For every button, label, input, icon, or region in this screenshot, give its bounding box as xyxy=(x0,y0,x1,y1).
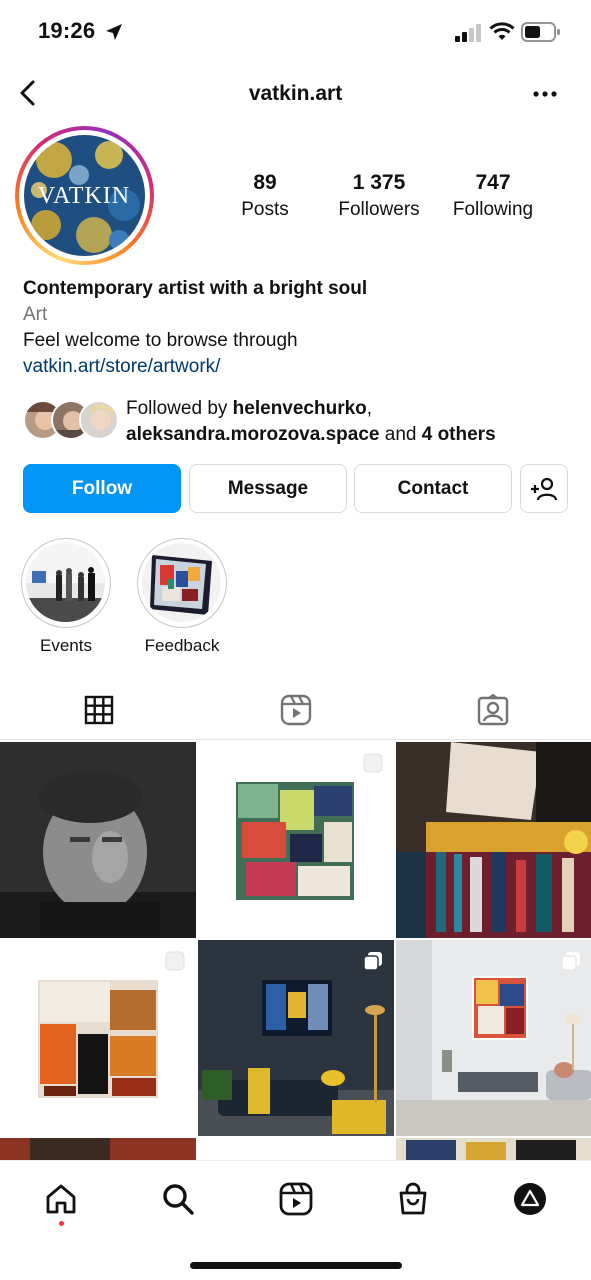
followed-by-text: Followed by helenvechurko, aleksandra.mo… xyxy=(126,398,496,445)
nav-reels[interactable] xyxy=(276,1179,316,1219)
profile-avatar[interactable]: VATKIN xyxy=(15,126,154,265)
carousel-icon xyxy=(165,951,185,971)
stat-following-label: Following xyxy=(452,199,534,220)
tab-reels[interactable] xyxy=(197,680,394,740)
home-notification-dot xyxy=(59,1221,64,1226)
posts-grid xyxy=(0,742,591,1162)
nav-search[interactable] xyxy=(158,1179,198,1219)
post-thumbnail[interactable] xyxy=(198,1138,394,1162)
profile-header: vatkin.art xyxy=(0,64,591,124)
bio-link[interactable]: vatkin.art/store/artwork/ xyxy=(23,354,573,380)
highlight-feedback-cover xyxy=(142,543,221,622)
message-button[interactable]: Message xyxy=(189,464,347,513)
stat-following-value: 747 xyxy=(475,171,511,194)
post-thumbnail[interactable] xyxy=(198,940,394,1136)
grid-icon xyxy=(84,695,113,725)
nav-shop[interactable] xyxy=(393,1179,433,1219)
profile-username: vatkin.art xyxy=(248,82,343,105)
story-highlights: Events Feedback xyxy=(20,538,280,658)
wifi-icon xyxy=(489,22,515,40)
stat-followers-value: 1 375 xyxy=(352,171,406,194)
carousel-icon xyxy=(363,753,383,773)
post-thumbnail[interactable] xyxy=(396,940,591,1136)
follower-avatars xyxy=(23,400,119,442)
location-arrow-icon xyxy=(106,24,122,40)
stat-posts-label: Posts xyxy=(241,199,289,220)
post-thumbnail[interactable] xyxy=(396,742,591,938)
tagged-icon xyxy=(477,694,508,726)
add-user-button[interactable] xyxy=(520,464,568,513)
home-indicator xyxy=(190,1262,402,1269)
tab-posts-grid[interactable] xyxy=(0,680,197,740)
nav-home[interactable] xyxy=(41,1179,81,1219)
reels-icon xyxy=(279,1182,313,1216)
follow-button[interactable]: Follow xyxy=(23,464,181,513)
status-bar: 19:26 xyxy=(0,0,591,64)
carousel-icon xyxy=(561,952,580,971)
avatar-logo-text: VATKIN xyxy=(38,183,130,209)
profile-actions: Follow Message Contact xyxy=(23,464,569,514)
highlight-events-label: Events xyxy=(40,636,92,655)
nav-profile[interactable] xyxy=(510,1179,550,1219)
highlight-events-cover xyxy=(26,543,105,622)
bio-text: Feel welcome to browse through xyxy=(23,330,298,351)
followed-others: 4 others xyxy=(421,424,496,445)
stat-posts[interactable]: 89 Posts xyxy=(210,170,320,224)
profile-stats: 89 Posts 1 375 Followers 747 Following xyxy=(220,170,560,230)
post-thumbnail[interactable] xyxy=(396,1138,591,1162)
highlight-feedback[interactable]: Feedback xyxy=(136,538,228,656)
stat-followers[interactable]: 1 375 Followers xyxy=(324,170,434,224)
follower-avatar xyxy=(79,400,119,440)
highlight-events[interactable]: Events xyxy=(20,538,112,656)
cellular-signal-icon xyxy=(455,24,481,42)
post-thumbnail[interactable] xyxy=(0,742,196,938)
reels-icon xyxy=(280,694,311,726)
stat-following[interactable]: 747 Following xyxy=(438,170,548,224)
stat-followers-label: Followers xyxy=(338,199,420,220)
post-thumbnail[interactable] xyxy=(0,1138,196,1162)
profile-tabs xyxy=(0,680,591,740)
search-icon xyxy=(163,1184,194,1215)
home-icon xyxy=(46,1184,76,1214)
avatar-artwork: VATKIN xyxy=(24,135,145,256)
bio-name: Contemporary artist with a bright soul xyxy=(23,278,368,299)
highlight-feedback-label: Feedback xyxy=(144,636,220,655)
followed-by[interactable]: Followed by helenvechurko, aleksandra.mo… xyxy=(23,396,583,448)
bio-category: Art xyxy=(23,304,48,325)
status-time: 19:26 xyxy=(38,18,96,43)
post-thumbnail[interactable] xyxy=(198,742,394,938)
followed-user-1: helenvechurko xyxy=(232,398,367,419)
tab-tagged[interactable] xyxy=(394,680,591,740)
carousel-icon xyxy=(363,952,382,971)
person-add-icon xyxy=(531,477,558,500)
profile-bio: Contemporary artist with a bright soul A… xyxy=(23,276,573,380)
profile-avatar-icon xyxy=(514,1183,546,1215)
followed-user-2: aleksandra.morozova.space xyxy=(126,424,380,445)
stat-posts-value: 89 xyxy=(253,171,277,194)
post-thumbnail[interactable] xyxy=(0,940,196,1136)
contact-button[interactable]: Contact xyxy=(354,464,512,513)
battery-icon xyxy=(521,22,560,42)
shop-bag-icon xyxy=(399,1182,427,1215)
ellipsis-icon[interactable] xyxy=(528,84,562,104)
